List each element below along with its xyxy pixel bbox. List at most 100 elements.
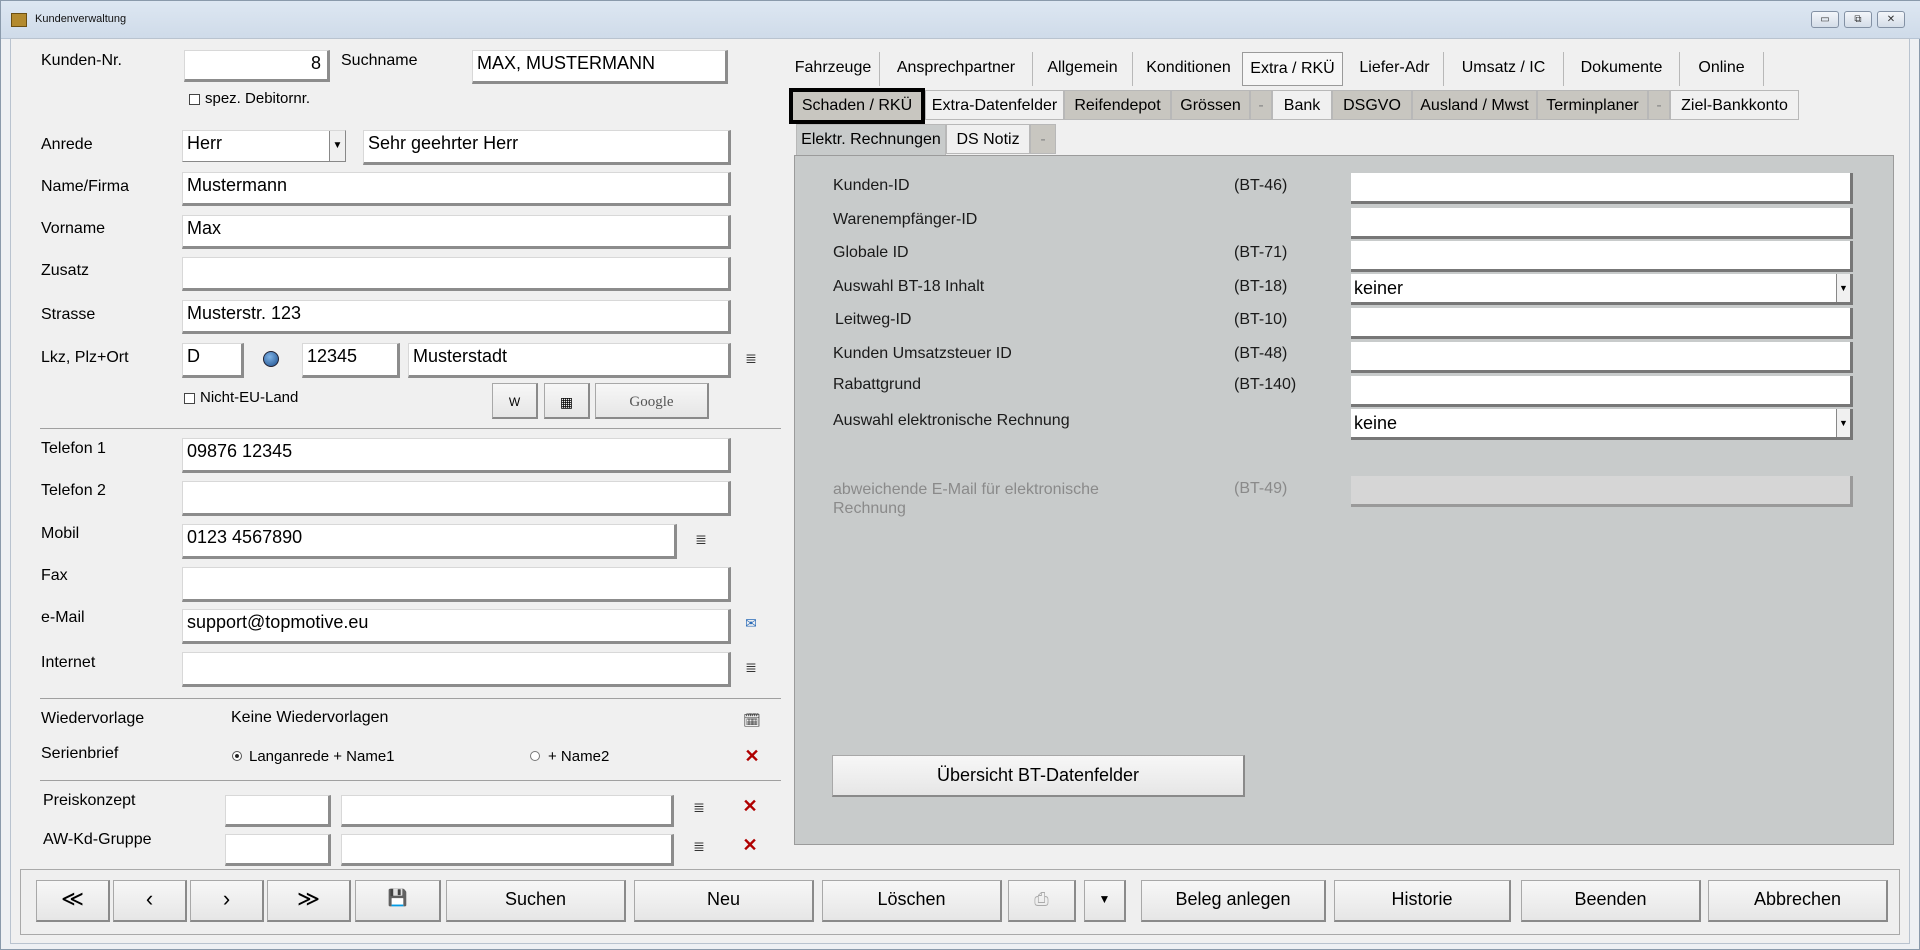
chevron-down-icon[interactable]: ▼ <box>1836 409 1850 437</box>
subtab-dsgvo[interactable]: DSGVO <box>1332 90 1412 120</box>
preiskonzept-code-field[interactable] <box>225 795 331 827</box>
list-icon[interactable]: ≣ <box>690 838 708 855</box>
save-button[interactable]: 💾 <box>355 880 441 922</box>
serienbrief-radio-1[interactable] <box>232 751 242 761</box>
subtab-extra-datenfelder[interactable]: Extra-Datenfelder <box>925 90 1064 120</box>
map-button[interactable]: ▦ <box>544 383 590 419</box>
subtab-blank-1[interactable]: - <box>1250 90 1272 120</box>
beleg-anlegen-button[interactable]: Beleg anlegen <box>1141 880 1326 922</box>
close-window-button[interactable]: ✕ <box>1877 11 1905 28</box>
subtab-schaden-rku[interactable]: Schaden / RKÜ <box>789 88 925 124</box>
nicht-eu-checkbox[interactable] <box>184 393 195 404</box>
subtab-groessen[interactable]: Grössen <box>1171 90 1250 120</box>
rabattgrund-field[interactable] <box>1351 376 1853 407</box>
vorname-field[interactable]: Max <box>182 215 731 249</box>
tab-fahrzeuge[interactable]: Fahrzeuge <box>787 52 880 86</box>
clear-icon[interactable]: ✕ <box>740 835 760 856</box>
fax-field[interactable] <box>182 567 731 602</box>
subtab-ziel-bankkonto[interactable]: Ziel-Bankkonto <box>1670 90 1799 120</box>
beenden-button[interactable]: Beenden <box>1521 880 1701 922</box>
subtab-ds-notiz[interactable]: DS Notiz <box>946 124 1030 154</box>
send-mail-icon[interactable]: ✉ <box>742 615 760 632</box>
erechnung-label: Warenempfänger-ID <box>833 211 978 228</box>
list-icon[interactable]: ≣ <box>742 659 760 676</box>
calendar-bell-icon[interactable]: 🗓 <box>742 712 762 729</box>
tab-allgemein[interactable]: Allgemein <box>1033 52 1133 86</box>
erechnung-code: (BT-71) <box>1234 244 1288 261</box>
globe-icon[interactable] <box>263 351 279 367</box>
globale-id-field[interactable] <box>1351 241 1853 272</box>
subtab-blank-3[interactable]: - <box>1030 124 1056 154</box>
list-icon[interactable]: ≣ <box>742 350 760 367</box>
name-field[interactable]: Mustermann <box>182 172 731 206</box>
telefon1-field[interactable]: 09876 12345 <box>182 438 731 473</box>
subtab-elektr-rechnungen[interactable]: Elektr. Rechnungen <box>796 124 946 156</box>
clear-icon[interactable]: ✕ <box>740 796 760 817</box>
clear-icon[interactable]: ✕ <box>742 746 762 767</box>
tab-umsatz-ic[interactable]: Umsatz / IC <box>1444 52 1564 86</box>
bt18-select[interactable]: keiner ▼ <box>1351 274 1853 305</box>
word-doc-button[interactable]: W <box>492 383 538 419</box>
lkz-field[interactable]: D <box>182 343 244 378</box>
tab-online[interactable]: Online <box>1680 52 1764 86</box>
list-icon[interactable]: ≣ <box>690 799 708 816</box>
first-record-button[interactable]: ≪ <box>36 880 110 922</box>
list-icon[interactable]: ≣ <box>692 531 710 548</box>
awkd-name-field[interactable] <box>341 834 674 866</box>
historie-button[interactable]: Historie <box>1334 880 1511 922</box>
tab-extra-rku[interactable]: Extra / RKÜ <box>1242 52 1343 86</box>
neu-button[interactable]: Neu <box>634 880 814 922</box>
erechnung-label: Globale ID <box>833 244 909 261</box>
spez-debitor-checkbox[interactable] <box>189 94 200 105</box>
abbrechen-button[interactable]: Abbrechen <box>1708 880 1888 922</box>
plz-field[interactable]: 12345 <box>302 343 400 378</box>
awkd-label: AW-Kd-Gruppe <box>43 831 152 848</box>
tab-liefer-adr[interactable]: Liefer-Adr <box>1346 52 1444 86</box>
printer-icon: ⎙ <box>1034 889 1049 909</box>
uebersicht-bt-button[interactable]: Übersicht BT-Datenfelder <box>832 755 1245 797</box>
chevron-down-icon[interactable]: ▼ <box>1836 274 1850 302</box>
subtab-bank[interactable]: Bank <box>1272 90 1332 120</box>
subtab-reifendepot[interactable]: Reifendepot <box>1064 90 1171 120</box>
window-title: Kundenverwaltung <box>35 13 127 25</box>
suchen-button[interactable]: Suchen <box>446 880 626 922</box>
kundennr-field[interactable]: 8 <box>184 50 330 82</box>
subtab-blank-2[interactable]: - <box>1648 90 1670 120</box>
loeschen-button[interactable]: Löschen <box>822 880 1002 922</box>
serienbrief-radio-2[interactable] <box>530 751 540 761</box>
chevron-down-icon[interactable]: ▼ <box>329 131 345 161</box>
divider <box>40 698 781 699</box>
ort-field[interactable]: Musterstadt <box>408 343 731 378</box>
mobil-field[interactable]: 0123 4567890 <box>182 524 677 559</box>
google-button[interactable]: Google <box>595 383 709 419</box>
suchname-field[interactable]: MAX, MUSTERMANN <box>472 50 728 84</box>
minimize-button[interactable]: ▭ <box>1811 11 1839 28</box>
kunden-id-field[interactable] <box>1351 173 1853 204</box>
internet-field[interactable] <box>182 652 731 687</box>
tab-dokumente[interactable]: Dokumente <box>1564 52 1680 86</box>
dropdown-button[interactable]: ▼ <box>1084 880 1126 922</box>
tab-ansprechpartner[interactable]: Ansprechpartner <box>880 52 1033 86</box>
next-record-button[interactable]: › <box>190 880 264 922</box>
internet-label: Internet <box>41 654 96 671</box>
zusatz-field[interactable] <box>182 257 731 291</box>
email-field[interactable]: support@topmotive.eu <box>182 609 731 644</box>
briefanrede-field[interactable]: Sehr geehrter Herr <box>363 130 731 165</box>
warenempfaenger-id-field[interactable] <box>1351 208 1853 239</box>
prev-record-button[interactable]: ‹ <box>113 880 187 922</box>
strasse-field[interactable]: Musterstr. 123 <box>182 300 731 334</box>
telefon2-field[interactable] <box>182 481 731 516</box>
anrede-select[interactable]: Herr ▼ <box>182 130 346 162</box>
maximize-button[interactable]: ⧉ <box>1844 11 1872 28</box>
print-button[interactable]: ⎙ <box>1008 880 1076 922</box>
save-icon: 💾 <box>387 890 408 907</box>
awkd-code-field[interactable] <box>225 834 331 866</box>
tab-konditionen[interactable]: Konditionen <box>1133 52 1245 86</box>
preiskonzept-name-field[interactable] <box>341 795 674 827</box>
ust-id-field[interactable] <box>1351 342 1853 373</box>
subtab-ausland-mwst[interactable]: Ausland / Mwst <box>1412 90 1537 120</box>
last-record-button[interactable]: ≫ <box>267 880 351 922</box>
leitweg-id-field[interactable] <box>1351 308 1853 339</box>
e-rechnung-select[interactable]: keine ▼ <box>1351 409 1853 440</box>
subtab-terminplaner[interactable]: Terminplaner <box>1537 90 1648 120</box>
